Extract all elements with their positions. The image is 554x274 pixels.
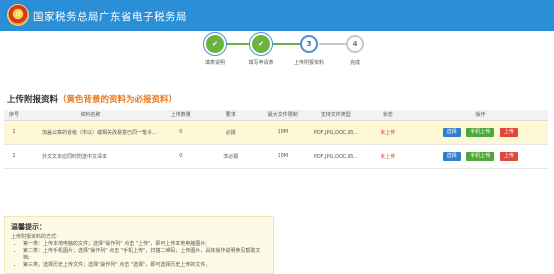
section-title: 上传附报资料（黄色背景的资料为必报资料） bbox=[7, 93, 177, 105]
upload-button[interactable]: 上传 bbox=[499, 127, 518, 137]
tip-item: 第二类：上传手机图片；选择"操作列" 点击 "手机上传"，扫描二维码，上传图片，… bbox=[23, 248, 267, 262]
row-index: 2 bbox=[4, 144, 24, 169]
upload-status: 未上传 bbox=[362, 144, 413, 169]
upload-count: 0 bbox=[156, 144, 205, 169]
top-header: 国家税务总局广东省电子税务局 bbox=[0, 0, 554, 31]
column-header: 最大文件限制 bbox=[256, 110, 309, 121]
requirement: 必报 bbox=[204, 120, 257, 145]
mobile-upload-button[interactable]: 手机上传 bbox=[466, 127, 495, 137]
progress-steps: ✔ 填表说明 ✔ 填写申请表 3 上传附报资料 4 完成 bbox=[0, 31, 554, 71]
material-name: 外文文本应同时附送中文译本 bbox=[24, 144, 157, 169]
tip-item: 第三类，选择历史上传文件；选择"操作列" 点击 "选择"，即可选择历史上传的文件… bbox=[23, 262, 267, 269]
table-row: 1 加盖公章的省级（市以）或相关改易变已同一笔令... 0 必报 10M PDF… bbox=[4, 120, 548, 145]
header-title: 国家税务总局广东省电子税务局 bbox=[33, 11, 187, 23]
table-header-row: 序号 资料名称 上传数量 要求 最大文件限制 支持文件类型 状态 操作 bbox=[4, 110, 548, 121]
step-4: 4 完成 bbox=[325, 35, 385, 66]
tips-list: 第一类：上传本地电脑的文件；选择"操作列" 点击 "上传"，即可上传本地电脑图片… bbox=[11, 241, 267, 269]
upload-button[interactable]: 上传 bbox=[499, 151, 518, 161]
section-title-text: 上传附报资料 bbox=[7, 95, 59, 105]
tips-subtitle: 上传附报资料的方式： bbox=[11, 234, 62, 240]
column-header: 操作 bbox=[412, 110, 548, 121]
column-header: 要求 bbox=[204, 110, 257, 121]
file-types: PDF,JPG,DOC,四... bbox=[308, 120, 363, 145]
row-index: 1 bbox=[4, 120, 24, 145]
tips-panel: 温馨提示： 上传附报资料的方式： 第一类：上传本地电脑的文件；选择"操作列" 点… bbox=[4, 216, 274, 274]
select-button[interactable]: 选择 bbox=[442, 127, 461, 137]
material-name: 加盖公章的省级（市以）或相关改易变已同一笔令... bbox=[24, 120, 157, 145]
select-button[interactable]: 选择 bbox=[442, 151, 461, 161]
required-note: （黄色背景的资料为必报资料） bbox=[58, 95, 178, 105]
step-label: 完成 bbox=[349, 60, 360, 66]
file-types: PDF,JPG,DOC,四... bbox=[308, 144, 363, 169]
upload-count: 0 bbox=[156, 120, 205, 145]
requirement: 非必报 bbox=[204, 144, 257, 169]
step-number: 3 bbox=[300, 35, 318, 53]
table-row: 2 外文文本应同时附送中文译本 0 非必报 10M PDF,JPG,DOC,四.… bbox=[4, 144, 548, 169]
column-header: 资料名称 bbox=[24, 110, 157, 121]
tip-item: 第一类：上传本地电脑的文件；选择"操作列" 点击 "上传"，即可上传本地电脑图片… bbox=[23, 241, 267, 248]
row-actions: 选择 手机上传 上传 bbox=[412, 120, 548, 145]
tax-emblem-icon bbox=[7, 4, 29, 26]
column-header: 支持文件类型 bbox=[308, 110, 363, 121]
mobile-upload-button[interactable]: 手机上传 bbox=[466, 151, 495, 161]
column-header: 序号 bbox=[4, 110, 24, 121]
max-file-size: 10M bbox=[256, 120, 309, 145]
max-file-size: 10M bbox=[256, 144, 309, 169]
upload-status: 未上传 bbox=[362, 120, 413, 145]
row-actions: 选择 手机上传 上传 bbox=[412, 144, 548, 169]
column-header: 状态 bbox=[362, 110, 413, 121]
step-number: 4 bbox=[346, 35, 364, 53]
column-header: 上传数量 bbox=[156, 110, 205, 121]
check-icon: ✔ bbox=[252, 35, 270, 53]
tips-title: 温馨提示： bbox=[11, 223, 46, 231]
check-icon: ✔ bbox=[206, 35, 224, 53]
attachments-table: 序号 资料名称 上传数量 要求 最大文件限制 支持文件类型 状态 操作 1 加盖… bbox=[4, 110, 548, 169]
